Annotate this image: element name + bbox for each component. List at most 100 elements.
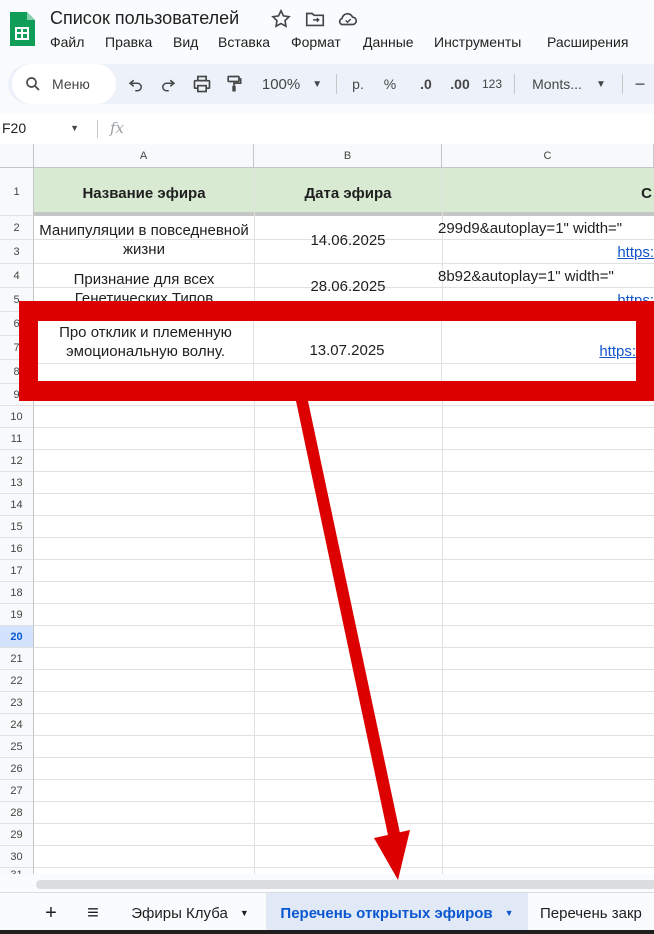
bottom-bar — [0, 930, 654, 934]
undo-icon[interactable] — [124, 64, 148, 104]
row-header[interactable]: 7 — [0, 336, 34, 360]
entry-date-cell[interactable]: 14.06.2025 — [254, 216, 442, 264]
entry-link[interactable]: https: — [442, 290, 654, 310]
row-header[interactable]: 27 — [0, 780, 34, 802]
zoom-value: 100% — [261, 75, 301, 93]
number-format-button[interactable]: 123 — [478, 64, 506, 104]
row-header[interactable]: 2 — [0, 216, 34, 240]
row-header[interactable]: 30 — [0, 846, 34, 868]
name-box[interactable]: F20 ▼ — [2, 120, 92, 136]
row-header[interactable]: 17 — [0, 560, 34, 582]
menu-search-button[interactable]: Меню — [12, 64, 116, 104]
entry-link[interactable]: https: — [442, 339, 636, 363]
row-header[interactable]: 19 — [0, 604, 34, 626]
document-title[interactable]: Список пользователей — [50, 8, 239, 29]
row-header[interactable]: 11 — [0, 428, 34, 450]
entry-link[interactable]: https: — [442, 242, 654, 262]
entry-name-cell[interactable]: Признание для всех Генетических Типов — [34, 266, 254, 314]
tab-otkrytye-efiry[interactable]: Перечень открытых эфиров ▼ — [266, 893, 528, 933]
row-header[interactable]: 5 — [0, 288, 34, 312]
row-header[interactable]: 16 — [0, 538, 34, 560]
row-header[interactable]: 4 — [0, 264, 34, 288]
row-header[interactable]: 24 — [0, 714, 34, 736]
print-icon[interactable] — [190, 64, 214, 104]
menu-format[interactable]: Формат — [291, 34, 341, 50]
row-header[interactable]: 28 — [0, 802, 34, 824]
row-gridline — [34, 559, 654, 560]
increase-decimal-button[interactable]: .00 — [444, 64, 476, 104]
row-header[interactable]: 25 — [0, 736, 34, 758]
font-size-decrease-button[interactable]: − — [630, 64, 650, 104]
header-cell-name[interactable]: Название эфира — [34, 174, 254, 212]
row-header[interactable]: 6 — [0, 312, 34, 336]
increase-decimal-label: .00 — [450, 76, 470, 92]
column-header-a[interactable]: A — [34, 144, 254, 168]
entry-date-cell[interactable]: 13.07.2025 — [253, 337, 441, 363]
currency-format-button[interactable]: р. — [346, 64, 370, 104]
paint-format-icon[interactable] — [222, 64, 246, 104]
redo-icon[interactable] — [156, 64, 180, 104]
row-header[interactable]: 20 — [0, 626, 34, 648]
row-header[interactable]: 22 — [0, 670, 34, 692]
entry-name-cell[interactable]: Про отклик и племенную эмоциональную вол… — [38, 321, 253, 363]
move-folder-icon[interactable] — [304, 8, 326, 30]
row-header[interactable]: 15 — [0, 516, 34, 538]
menu-view[interactable]: Вид — [173, 34, 198, 50]
decrease-decimal-button[interactable]: .0 — [412, 64, 440, 104]
entry-code-cell[interactable]: 299d9&autoplay=1" width=" — [438, 218, 654, 238]
font-select[interactable]: Monts... ▼ — [524, 64, 614, 104]
row-header[interactable]: 14 — [0, 494, 34, 516]
sheets-logo-icon[interactable] — [8, 10, 36, 48]
entry-name-cell[interactable]: Манипуляции в повседневной жизни — [34, 216, 254, 264]
row-header[interactable]: 29 — [0, 824, 34, 846]
row-header[interactable]: 26 — [0, 758, 34, 780]
column-header-b[interactable]: B — [254, 144, 442, 168]
row-header[interactable]: 18 — [0, 582, 34, 604]
menu-file[interactable]: Файл — [50, 34, 84, 50]
add-sheet-button[interactable]: + — [40, 893, 62, 933]
chevron-down-icon: ▼ — [595, 78, 606, 90]
row-header[interactable]: 31 — [0, 868, 34, 874]
column-header-c[interactable]: C — [442, 144, 654, 168]
header-cell-date[interactable]: Дата эфира — [254, 174, 442, 212]
row-gridline — [34, 647, 654, 648]
row-gridline — [34, 867, 654, 868]
formula-input[interactable] — [130, 118, 654, 140]
menu-tools[interactable]: Инструменты — [434, 34, 521, 50]
row-gridline — [34, 779, 654, 780]
chevron-down-icon: ▼ — [70, 123, 80, 133]
row-header[interactable]: 3 — [0, 240, 34, 264]
all-sheets-button[interactable]: ≡ — [80, 893, 106, 933]
row-header[interactable]: 8 — [0, 360, 34, 384]
horizontal-scrollbar[interactable] — [36, 880, 654, 889]
row-header[interactable]: 9 — [0, 384, 34, 406]
menu-data[interactable]: Данные — [363, 34, 414, 50]
cloud-saved-icon[interactable] — [337, 8, 359, 30]
header-cell-code[interactable]: С — [442, 174, 654, 212]
entry-date-cell[interactable]: 28.06.2025 — [254, 264, 442, 308]
row-header[interactable]: 10 — [0, 406, 34, 428]
row-header[interactable]: 12 — [0, 450, 34, 472]
tab-efiry-kluba[interactable]: Эфиры Клуба ▼ — [120, 893, 260, 933]
row-header[interactable]: 23 — [0, 692, 34, 714]
percent-format-button[interactable]: % — [378, 64, 402, 104]
star-icon[interactable] — [270, 8, 292, 30]
zoom-select[interactable]: 100% ▼ — [256, 64, 328, 104]
sheet-grid: A B C 1 2 3 4 5 6 7 8 9 10 11 12 13 14 15 16 17 18 19 20 21 2… — [0, 144, 654, 874]
menu-edit[interactable]: Правка — [105, 34, 152, 50]
select-all-corner[interactable] — [0, 144, 34, 168]
menu-extensions[interactable]: Расширения — [547, 34, 628, 50]
row-header[interactable]: 1 — [0, 168, 34, 216]
function-icon: fx — [110, 119, 125, 137]
entry-code-cell[interactable]: 8b92&autoplay=1" width=" — [438, 266, 654, 286]
row-header[interactable]: 13 — [0, 472, 34, 494]
highlight-area: Про отклик и племенную эмоциональную вол… — [38, 321, 636, 381]
tab-zakrytye-efiry[interactable]: Перечень закр — [540, 893, 654, 933]
menu-insert[interactable]: Вставка — [218, 34, 270, 50]
row-gridline — [34, 405, 654, 406]
row-gridline — [34, 427, 654, 428]
sheet-tabs-bar: + ≡ Эфиры Клуба ▼ Перечень открытых эфир… — [0, 892, 654, 934]
row-gridline — [34, 493, 654, 494]
decrease-decimal-label: .0 — [420, 76, 432, 92]
row-header[interactable]: 21 — [0, 648, 34, 670]
